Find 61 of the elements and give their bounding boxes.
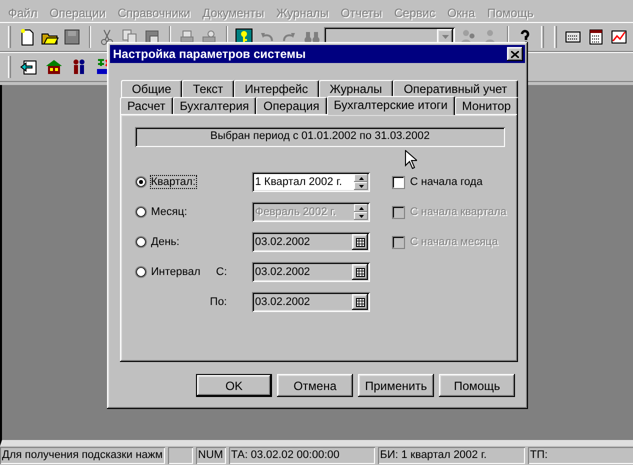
tab[interactable]: Интерфейс — [234, 80, 319, 97]
calendar-icon[interactable] — [586, 28, 605, 46]
up-arrow-icon — [358, 176, 364, 180]
tab[interactable]: Бухгалтерские итоги — [326, 96, 455, 115]
calendar-icon — [356, 298, 364, 306]
status-pane: БИ: 1 квартал 2002 г. — [378, 447, 525, 464]
radio-button[interactable] — [135, 266, 147, 278]
house-icon[interactable] — [44, 58, 62, 76]
date-field[interactable]: 03.02.2002 — [252, 232, 370, 252]
dialog-button[interactable]: Помощь — [439, 374, 515, 397]
dialog-button[interactable]: Применить — [358, 374, 434, 397]
option-label: Месяц: — [151, 206, 188, 218]
tab[interactable]: Операция — [256, 97, 327, 114]
checkbox-label: С начала квартала — [410, 206, 506, 218]
document-arrow-icon[interactable] — [20, 58, 38, 76]
tab[interactable]: Общие — [121, 80, 182, 97]
spin-up-button[interactable] — [354, 174, 368, 182]
checkbox[interactable] — [392, 176, 405, 188]
calendar-button[interactable] — [352, 264, 368, 280]
date-field[interactable]: 03.02.2002 — [252, 262, 370, 282]
status-pane — [168, 447, 193, 464]
calendar-icon — [356, 268, 364, 276]
down-arrow-icon — [358, 214, 364, 218]
calendar-icon — [356, 238, 364, 246]
option-label: Интервал — [151, 266, 200, 278]
status-pane: NUM — [196, 447, 226, 464]
field-label: По: — [210, 296, 228, 308]
status-pane: ТП: — [528, 447, 633, 464]
period-display: Выбран период с 01.01.2002 по 31.03.2002 — [135, 127, 505, 147]
spin-down-button[interactable] — [354, 182, 368, 190]
field-label: С: — [216, 266, 228, 278]
status-pane: ТА: 03.02.02 00:00:00 — [229, 447, 375, 464]
option-label: Квартал: — [151, 176, 196, 188]
dialog-button[interactable]: Отмена — [277, 374, 353, 397]
radio-button[interactable] — [135, 206, 147, 218]
dialog-title: Настройка параметров системы — [113, 47, 306, 61]
calendar-button[interactable] — [352, 234, 368, 250]
chart-icon[interactable] — [610, 28, 628, 46]
status-pane: Для получения подсказки нажм — [0, 447, 165, 464]
up-arrow-icon — [358, 206, 364, 210]
tab[interactable]: Текст — [182, 80, 234, 97]
tab[interactable]: Журналы — [318, 80, 393, 97]
radio-button[interactable] — [135, 176, 147, 188]
mouse-cursor-icon — [405, 150, 417, 169]
close-button[interactable] — [507, 47, 523, 61]
date-field[interactable]: 03.02.2002 — [252, 292, 370, 312]
down-arrow-icon — [358, 184, 364, 188]
checkbox-label: С начала месяца — [410, 236, 498, 248]
tab[interactable]: Расчет — [120, 97, 173, 114]
dialog-button[interactable]: OK — [196, 374, 272, 397]
spin-field[interactable]: 1 Квартал 2002 г. — [252, 172, 370, 192]
tab[interactable]: Бухгалтерия — [172, 97, 256, 114]
tab[interactable]: Оперативный учет — [392, 80, 518, 97]
calendar-button[interactable] — [352, 294, 368, 310]
tab[interactable]: Монитор — [454, 97, 518, 114]
close-icon — [511, 50, 519, 58]
new-document-icon[interactable] — [18, 28, 36, 46]
option-label: День: — [151, 236, 180, 248]
radio-button[interactable] — [135, 236, 147, 248]
dropdown-arrow-icon — [442, 35, 449, 39]
checkbox-label: С начала года — [410, 176, 483, 188]
